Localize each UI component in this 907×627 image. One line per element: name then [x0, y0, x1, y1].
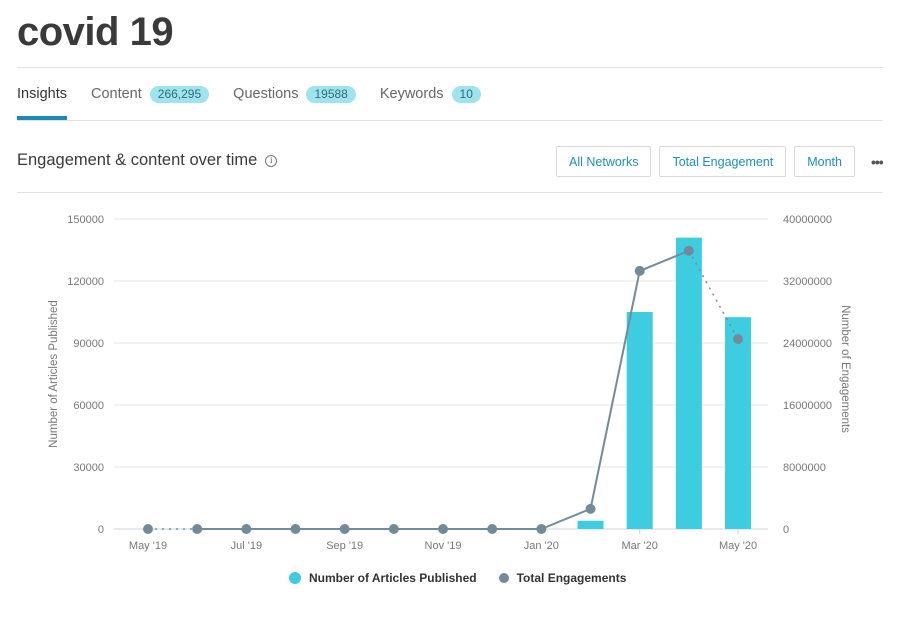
y2-tick-label: 8000000 [783, 462, 826, 474]
point-engagements [290, 524, 301, 534]
y-tick-label: 0 [98, 524, 104, 536]
legend-label: Number of Articles Published [309, 571, 477, 585]
point-engagements [487, 524, 498, 534]
x-tick-label: Nov '19 [425, 540, 462, 552]
y-axis-title: Number of Articles Published [48, 300, 60, 448]
tabs-divider [17, 120, 883, 121]
point-engagements [683, 245, 694, 256]
legend-swatch-articles [289, 572, 301, 584]
tab-label: Questions [233, 86, 299, 102]
section-divider [17, 192, 883, 193]
page-title: covid 19 [17, 10, 174, 54]
bar-articles [626, 312, 653, 529]
point-engagements [733, 334, 744, 345]
point-engagements [438, 524, 449, 534]
chart-controls: All Networks Total Engagement Month ••• [556, 146, 884, 177]
y2-axis-title: Number of Engagements [839, 305, 851, 433]
point-engagements [585, 503, 596, 514]
x-tick-label: May '19 [129, 540, 167, 552]
y-tick-label: 150000 [67, 214, 104, 226]
y-tick-label: 30000 [73, 462, 104, 474]
more-horizontal-icon[interactable]: ••• [871, 154, 884, 170]
y2-tick-label: 32000000 [783, 276, 832, 288]
y2-tick-label: 24000000 [783, 338, 832, 350]
y-tick-label: 60000 [73, 400, 104, 412]
bar-articles [725, 317, 752, 529]
tab-questions[interactable]: Questions 19588 [233, 80, 356, 108]
y2-tick-label: 16000000 [783, 400, 832, 412]
section-title-text: Engagement & content over time [17, 151, 258, 169]
count-badge: 19588 [306, 85, 356, 103]
y2-tick-label: 40000000 [783, 214, 832, 226]
networks-dropdown[interactable]: All Networks [556, 146, 652, 177]
x-tick-label: Mar '20 [622, 540, 658, 552]
point-engagements [388, 524, 399, 534]
legend-item-articles[interactable]: Number of Articles Published [289, 571, 477, 585]
y2-tick-label: 0 [783, 524, 789, 536]
interval-dropdown[interactable]: Month [794, 146, 855, 177]
chart-legend: Number of Articles Published Total Engag… [289, 571, 648, 585]
x-tick-label: Jul '19 [231, 540, 262, 552]
section-title: Engagement & content over time i [17, 151, 278, 170]
info-icon[interactable]: i [265, 154, 278, 167]
legend-item-engagements[interactable]: Total Engagements [498, 571, 627, 585]
tab-content[interactable]: Content 266,295 [90, 80, 210, 108]
tab-keywords[interactable]: Keywords 10 [380, 80, 481, 108]
x-tick-label: Sep '19 [326, 540, 363, 552]
tab-bar: Insights Content 266,295 Questions 19588… [17, 80, 505, 120]
count-badge: 10 [451, 85, 481, 103]
point-engagements [143, 524, 153, 534]
tab-label: Content [90, 86, 142, 102]
point-engagements [241, 524, 252, 534]
point-engagements [192, 524, 203, 534]
y-tick-label: 90000 [73, 338, 104, 350]
tab-label: Keywords [379, 86, 444, 102]
tab-label: Insights [17, 86, 67, 102]
bar-articles [577, 520, 604, 529]
engagement-chart: 0 30000 60000 90000 120000 150000 0 8000000 1600… [48, 214, 851, 552]
title-divider [17, 67, 883, 68]
metric-dropdown[interactable]: Total Engagement [659, 146, 787, 177]
tab-insights[interactable]: Insights [17, 80, 67, 120]
point-engagements [339, 524, 350, 534]
x-tick-label: May '20 [719, 540, 757, 552]
bar-articles [675, 237, 702, 529]
legend-swatch-engagements [498, 573, 509, 583]
point-engagements [536, 524, 547, 534]
y-tick-label: 120000 [67, 276, 104, 288]
point-engagements [634, 265, 645, 276]
legend-label: Total Engagements [516, 571, 627, 585]
count-badge: 266,295 [149, 85, 210, 103]
x-tick-label: Jan '20 [524, 540, 559, 552]
